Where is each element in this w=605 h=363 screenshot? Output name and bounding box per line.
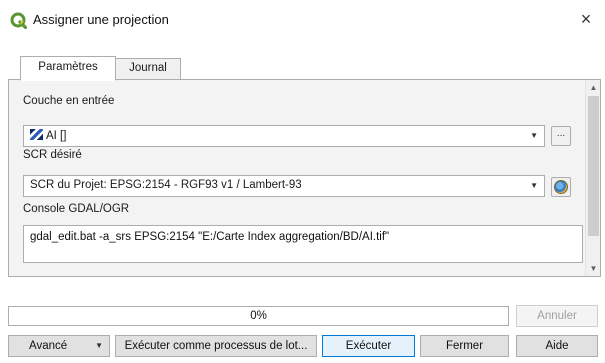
- tab-parametres[interactable]: Paramètres: [20, 56, 116, 81]
- window-title: Assigner une projection: [33, 12, 169, 27]
- scroll-down-icon[interactable]: ▼: [586, 261, 600, 276]
- progress-text: 0%: [250, 310, 267, 322]
- help-button[interactable]: Aide: [516, 335, 598, 357]
- progress-bar: 0%: [8, 306, 509, 326]
- advanced-button[interactable]: Avancé ▼: [8, 335, 110, 357]
- crs-selector-button[interactable]: [551, 177, 571, 197]
- run-as-batch-button[interactable]: Exécuter comme processus de lot...: [115, 335, 317, 357]
- input-layer-combo[interactable]: AI [] ▼: [23, 125, 545, 147]
- crs-label: SCR désiré: [23, 149, 82, 161]
- qgis-logo-icon: [10, 12, 27, 29]
- chevron-down-icon: ▼: [530, 181, 538, 190]
- raster-layer-icon: [30, 129, 43, 140]
- gdal-console-field[interactable]: gdal_edit.bat -a_srs EPSG:2154 "E:/Carte…: [23, 225, 583, 263]
- chevron-down-icon: ▼: [95, 341, 103, 350]
- close-button[interactable]: Fermer: [420, 335, 509, 357]
- crs-value: SCR du Projet: EPSG:2154 - RGF93 v1 / La…: [30, 179, 302, 191]
- title-bar: Assigner une projection ×: [0, 0, 605, 40]
- vertical-scrollbar[interactable]: ▲ ▼: [585, 80, 600, 276]
- cancel-button[interactable]: Annuler: [516, 305, 598, 327]
- tab-journal[interactable]: Journal: [115, 58, 181, 80]
- parameters-panel: Couche en entrée AI [] ▼ ... SCR désiré …: [8, 79, 601, 277]
- input-layer-label: Couche en entrée: [23, 95, 115, 107]
- crs-combo[interactable]: SCR du Projet: EPSG:2154 - RGF93 v1 / La…: [23, 175, 545, 197]
- advanced-button-label: Avancé: [29, 340, 68, 352]
- parameters-scroll-area: Couche en entrée AI [] ▼ ... SCR désiré …: [9, 80, 585, 276]
- input-layer-value: AI []: [46, 130, 67, 142]
- close-icon[interactable]: ×: [577, 9, 595, 29]
- chevron-down-icon: ▼: [530, 131, 538, 140]
- console-label: Console GDAL/OGR: [23, 203, 130, 215]
- crs-globe-icon: [554, 180, 568, 194]
- run-button[interactable]: Exécuter: [322, 335, 415, 357]
- browse-button[interactable]: ...: [551, 126, 571, 146]
- scrollbar-thumb[interactable]: [588, 96, 599, 236]
- scroll-up-icon[interactable]: ▲: [586, 80, 600, 95]
